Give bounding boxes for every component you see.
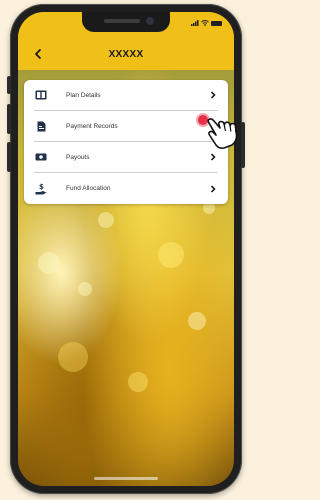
back-button[interactable] xyxy=(28,44,48,64)
volume-up-button xyxy=(7,104,11,134)
menu-item-label: Fund Allocation xyxy=(66,185,111,192)
background-bokeh xyxy=(78,282,92,296)
phone-frame: XXXXX Plan Details Payment Records Payou… xyxy=(7,4,245,494)
status-icons xyxy=(191,20,222,26)
battery-icon xyxy=(211,20,222,26)
menu-list: Plan Details Payment Records Payouts $ F… xyxy=(24,80,228,204)
background-bokeh xyxy=(128,372,148,392)
mute-switch xyxy=(7,76,11,94)
menu-item-label: Payouts xyxy=(66,153,90,161)
hand-money-icon: $ xyxy=(34,182,48,196)
page-title: XXXXX xyxy=(108,48,144,60)
wifi-icon xyxy=(201,20,209,26)
notch xyxy=(82,12,170,32)
document-icon xyxy=(34,119,48,133)
background-bokeh xyxy=(188,312,206,330)
pointing-hand-icon xyxy=(207,118,238,149)
volume-down-button xyxy=(7,142,11,172)
book-icon xyxy=(34,88,48,102)
menu-item-label: Plan Details xyxy=(66,91,101,99)
chevron-right-icon xyxy=(208,90,218,100)
background-bokeh xyxy=(38,252,60,274)
svg-text:$: $ xyxy=(39,183,44,191)
home-indicator xyxy=(94,477,158,480)
menu-item-payment-records[interactable]: Payment Records xyxy=(34,111,218,142)
menu-item-payouts[interactable]: Payouts xyxy=(34,142,218,173)
signal-icon xyxy=(191,20,199,26)
background-bokeh xyxy=(98,212,114,228)
chevron-right-icon xyxy=(208,184,218,194)
menu-item-fund-allocation[interactable]: $ Fund Allocation xyxy=(34,173,218,204)
app-header: XXXXX xyxy=(18,38,234,70)
menu-item-plan-details[interactable]: Plan Details xyxy=(34,80,218,111)
speaker-grille xyxy=(104,19,140,23)
background-bokeh xyxy=(58,342,88,372)
phone-screen: XXXXX Plan Details Payment Records Payou… xyxy=(18,12,234,486)
chevron-right-icon xyxy=(208,152,218,162)
front-camera xyxy=(146,17,154,25)
banknote-icon xyxy=(34,150,48,164)
background-bokeh xyxy=(158,242,184,268)
status-bar xyxy=(18,12,234,38)
chevron-left-icon xyxy=(35,49,41,59)
menu-item-label: Payment Records xyxy=(66,122,118,130)
